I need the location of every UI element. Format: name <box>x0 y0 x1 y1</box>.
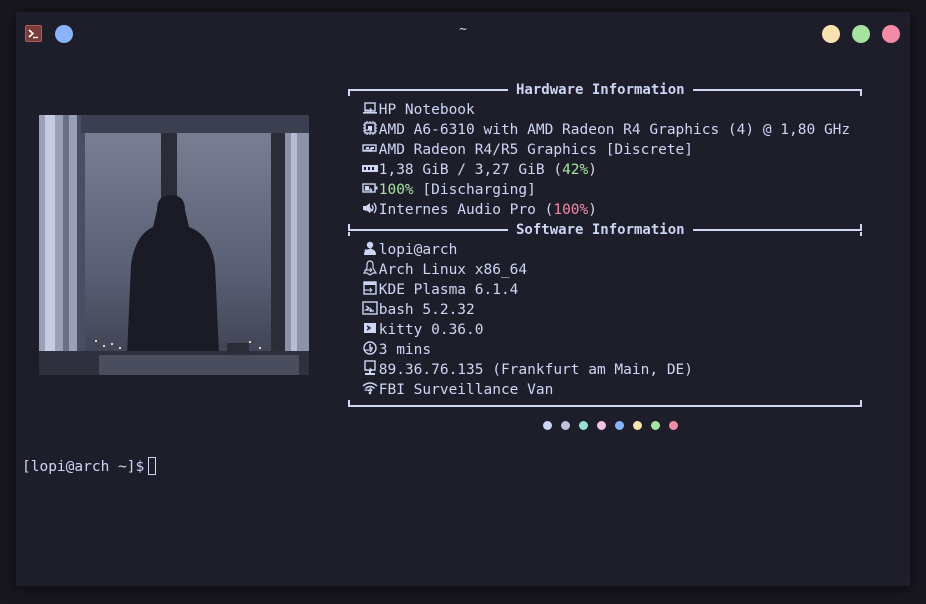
hardware-row-gpu: → AMD Radeon R4/R5 Graphics [Discrete] <box>362 142 694 158</box>
wifi-icon <box>362 382 378 395</box>
software-row-user: →lopi@arch <box>362 240 457 260</box>
memory-icon <box>362 165 378 172</box>
kitty-icon <box>364 323 376 333</box>
shell-prompt[interactable]: [lopi@arch ~]$ <box>22 457 157 477</box>
hardware-row-cpu: →AMD A6-6310 with AMD Radeon R4 Graphics… <box>362 120 850 140</box>
palette-dot <box>669 421 678 430</box>
hardware-row-host: → HP Notebook <box>363 102 475 118</box>
close-button[interactable] <box>882 25 900 43</box>
software-section-title: Software Information <box>508 220 693 240</box>
speaker-icon <box>363 202 377 214</box>
hardware-row-battery: →100% [Discharging] <box>362 180 536 200</box>
prompt-text: [lopi@arch ~]$ <box>22 459 145 475</box>
clock-icon <box>363 341 377 355</box>
palette-dot <box>633 421 642 430</box>
hardware-section-title: Hardware Information <box>508 80 693 100</box>
software-row-wifi: → FBI Surveillance Van <box>362 382 554 398</box>
gpu-icon <box>362 144 377 152</box>
title-bar[interactable]: ~ <box>16 12 910 52</box>
user-icon <box>364 241 376 255</box>
software-row-shell: → bash 5.2.32 <box>362 301 475 318</box>
palette-dot <box>543 421 552 430</box>
software-row-terminal: →kitty 0.36.0 <box>362 320 484 340</box>
network-icon <box>364 360 376 375</box>
terminal-area[interactable]: Hardware Information Software Informatio… <box>21 52 905 584</box>
volume-percent: 100% <box>553 202 589 218</box>
software-row-os: → Arch Linux x86_64 <box>362 260 528 278</box>
laptop-icon <box>363 102 377 114</box>
software-row-ip: → 89.36.76.135 (Frankfurt am Main, DE) <box>364 360 694 378</box>
memory-percent: 42% <box>562 162 589 178</box>
linux-icon <box>362 260 378 276</box>
palette-dot <box>579 421 588 430</box>
maximize-button[interactable] <box>852 25 870 43</box>
software-row-de: → KDE Plasma 6.1.4 <box>363 281 519 298</box>
battery-icon <box>362 183 378 193</box>
hardware-row-memory: →1,38 GiB / 3,27 GiB (42%) <box>362 160 597 180</box>
terminal-icon <box>362 301 378 315</box>
palette-dot <box>651 421 660 430</box>
software-row-uptime: → 3 mins <box>363 341 432 358</box>
palette-dot <box>561 421 570 430</box>
window-icon <box>363 281 377 295</box>
palette-dot <box>597 421 606 430</box>
cpu-icon <box>363 121 377 135</box>
hardware-row-sound: →Internes Audio Pro (100%) <box>362 200 597 220</box>
minimize-button[interactable] <box>822 25 840 43</box>
terminal-window: ~ Hardware Information Software Informat… <box>16 12 910 586</box>
text-cursor <box>148 457 157 475</box>
palette-dot <box>615 421 624 430</box>
logo-image <box>39 115 309 375</box>
window-title: ~ <box>459 22 467 37</box>
info-frame: Hardware Information Software Informatio… <box>348 80 862 408</box>
battery-percent: 100% <box>378 182 414 198</box>
